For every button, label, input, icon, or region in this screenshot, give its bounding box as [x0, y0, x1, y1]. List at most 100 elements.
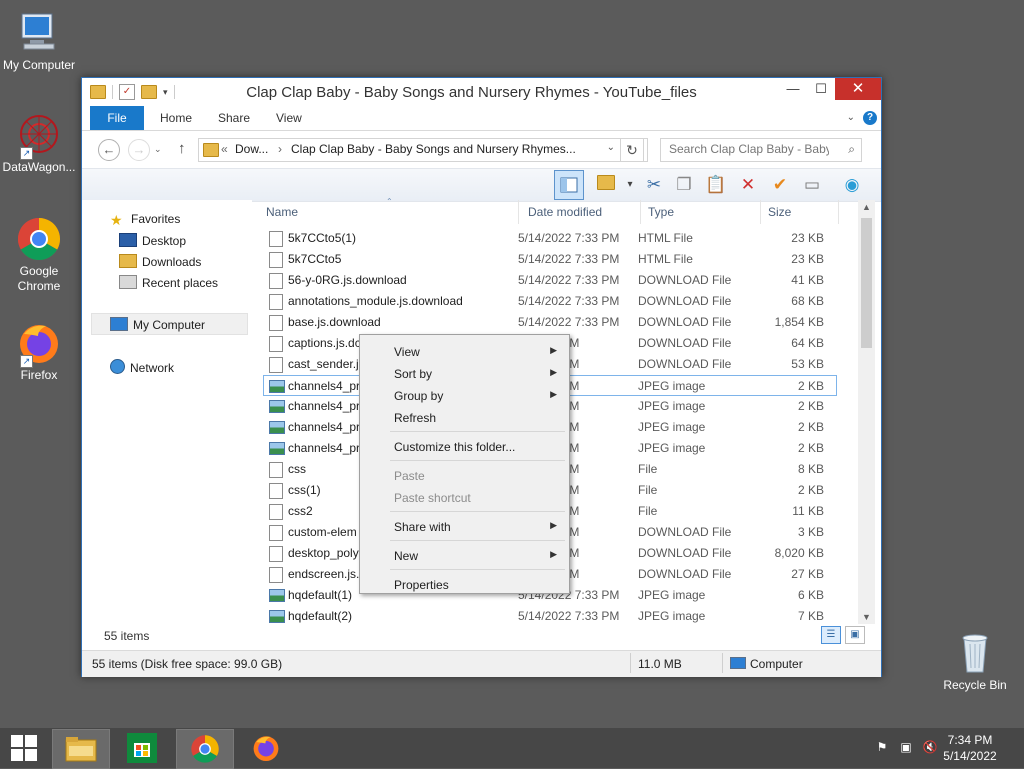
desktop-icon-google-chrome[interactable]: Google Chrome	[0, 216, 78, 294]
table-row[interactable]: hqdefault(2) 5/14/2022 7:33 PM JPEG image 7…	[264, 606, 836, 627]
menu-item-group-by[interactable]: Group by ▶	[362, 385, 567, 405]
desktop-icon-datawagon[interactable]: ↗ DataWagon...	[0, 112, 78, 175]
breadcrumb-current-folder[interactable]: Clap Clap Baby - Baby Songs and Nursery …	[291, 142, 576, 156]
column-divider[interactable]	[518, 200, 519, 224]
address-dropdown-icon[interactable]: ⌄	[607, 142, 615, 153]
rename-icon[interactable]: ▭	[800, 173, 824, 197]
taskbar-file-explorer[interactable]	[52, 729, 110, 769]
recent-locations-icon[interactable]: ⌄	[154, 144, 162, 155]
breadcrumb-separator[interactable]: ›	[278, 142, 282, 156]
nav-recent-places[interactable]: Recent places	[119, 275, 218, 290]
tab-view[interactable]: View	[276, 106, 302, 130]
details-view-button[interactable]: ☰	[821, 626, 841, 644]
scroll-up-icon[interactable]: ▲	[858, 202, 875, 212]
table-row[interactable]: 5k7CCto5 5/14/2022 7:33 PM HTML File 23 KB	[264, 249, 836, 270]
file-date: 5/14/2022 7:33 PM	[518, 315, 620, 329]
minimize-button[interactable]: —	[779, 78, 807, 100]
file-type: JPEG image	[638, 588, 706, 602]
maximize-button[interactable]: ☐	[807, 78, 835, 100]
paste-icon[interactable]: 📋	[704, 173, 728, 197]
table-row[interactable]: 56-y-0RG.js.download 5/14/2022 7:33 PM DOW…	[264, 270, 836, 291]
ribbon-tabs: File Home Share View ⌄ ?	[82, 106, 881, 131]
menu-separator	[390, 460, 565, 461]
nav-favorites[interactable]: ★ Favorites	[110, 212, 180, 228]
organize-dropdown-icon[interactable]: ▾	[618, 173, 642, 197]
system-clock[interactable]: 7:34 PM 5/14/2022	[930, 732, 1010, 764]
new-folder-button[interactable]	[594, 173, 618, 197]
store-icon	[127, 733, 157, 763]
menu-separator	[390, 569, 565, 570]
menu-item-view[interactable]: View ▶	[362, 341, 567, 361]
nav-my-computer[interactable]: My Computer	[110, 317, 205, 332]
tab-file[interactable]: File	[90, 106, 144, 130]
desktop-icon-my-computer[interactable]: My Computer	[0, 10, 78, 73]
file-size: 8 KB	[797, 462, 824, 476]
file-size: 8,020 KB	[774, 546, 824, 560]
up-button[interactable]: ↑	[178, 140, 186, 157]
column-header-date[interactable]: Date modified	[528, 205, 602, 219]
table-row[interactable]: annotations_module.js.download 5/14/2022 …	[264, 291, 836, 312]
menu-item-new[interactable]: New ▶	[362, 545, 567, 565]
back-button[interactable]: ←	[98, 139, 120, 161]
column-divider[interactable]	[838, 200, 839, 224]
nav-desktop[interactable]: Desktop	[119, 233, 186, 248]
computer-icon	[16, 10, 62, 56]
title-bar[interactable]: ✓ ▾ Clap Clap Baby - Baby Songs and Nurs…	[82, 78, 881, 106]
status-bar: 55 items (Disk free space: 99.0 GB) 11.0…	[82, 650, 881, 677]
column-divider[interactable]	[640, 200, 641, 224]
properties-icon[interactable]: ✓	[119, 84, 135, 100]
scrollbar-thumb[interactable]	[861, 218, 872, 348]
menu-item-properties[interactable]: Properties	[362, 574, 567, 594]
preview-pane-button[interactable]	[554, 170, 584, 200]
menu-item-share-with[interactable]: Share with ▶	[362, 516, 567, 536]
checkmark-icon[interactable]: ✔	[768, 173, 792, 197]
breadcrumb-downloads[interactable]: Dow...	[235, 142, 268, 156]
breadcrumb-overflow[interactable]: «	[221, 142, 228, 156]
taskbar-store[interactable]	[114, 729, 170, 767]
tab-home[interactable]: Home	[160, 106, 192, 130]
taskbar-firefox[interactable]	[238, 729, 294, 767]
desktop-icon-firefox[interactable]: ↗ Firefox	[0, 320, 78, 383]
tab-share[interactable]: Share	[218, 106, 250, 130]
new-folder-icon[interactable]	[141, 85, 157, 99]
column-divider[interactable]	[760, 200, 761, 224]
image-icon	[269, 421, 285, 434]
nav-network[interactable]: Network	[110, 359, 174, 375]
downloads-folder-icon	[119, 254, 137, 268]
menu-item-label: Paste	[394, 469, 425, 483]
menu-item-paste-shortcut[interactable]: Paste shortcut	[362, 487, 567, 507]
menu-item-label: New	[394, 549, 419, 563]
vertical-scrollbar[interactable]: ▲ ▼	[858, 200, 875, 624]
column-header-size[interactable]: Size	[768, 205, 791, 219]
search-input[interactable]: Search Clap Clap Baby - Baby ... ⌕	[660, 138, 862, 162]
action-center-flag-icon[interactable]: ⚑	[874, 740, 890, 756]
refresh-button[interactable]: ↻	[620, 138, 644, 162]
expand-ribbon-icon[interactable]: ⌄	[847, 112, 855, 123]
nav-downloads[interactable]: Downloads	[119, 254, 201, 269]
network-tray-icon[interactable]: ▣	[898, 740, 914, 756]
menu-item-sort-by[interactable]: Sort by ▶	[362, 363, 567, 383]
address-input[interactable]: « Dow... › Clap Clap Baby - Baby Songs a…	[198, 138, 648, 162]
taskbar-chrome[interactable]	[176, 729, 234, 769]
menu-item-refresh[interactable]: Refresh	[362, 407, 567, 427]
menu-item-customize-this-folder[interactable]: Customize this folder...	[362, 436, 567, 456]
cut-icon[interactable]: ✂	[642, 173, 666, 197]
search-icon[interactable]: ⌕	[848, 142, 855, 157]
delete-icon[interactable]: ✕	[736, 173, 760, 197]
table-row[interactable]: base.js.download 5/14/2022 7:33 PM DOWNLOA…	[264, 312, 836, 333]
globe-icon[interactable]: ◉	[840, 173, 864, 197]
large-icons-view-button[interactable]: ▣	[845, 626, 865, 644]
table-row[interactable]: 5k7CCto5(1) 5/14/2022 7:33 PM HTML File 23 …	[264, 228, 836, 249]
start-button[interactable]	[0, 729, 48, 767]
scroll-down-icon[interactable]: ▼	[858, 612, 875, 622]
document-icon	[269, 357, 283, 373]
forward-button[interactable]: →	[128, 139, 150, 161]
menu-item-paste[interactable]: Paste	[362, 465, 567, 485]
close-button[interactable]: ✕	[835, 78, 881, 100]
column-header-name[interactable]: Name	[266, 205, 298, 219]
desktop-icon-recycle-bin[interactable]: Recycle Bin	[936, 630, 1014, 693]
column-header-type[interactable]: Type	[648, 205, 674, 219]
copy-icon[interactable]: ❐	[672, 173, 696, 197]
customize-qat-icon[interactable]: ▾	[163, 87, 168, 98]
help-icon[interactable]: ?	[863, 111, 877, 125]
